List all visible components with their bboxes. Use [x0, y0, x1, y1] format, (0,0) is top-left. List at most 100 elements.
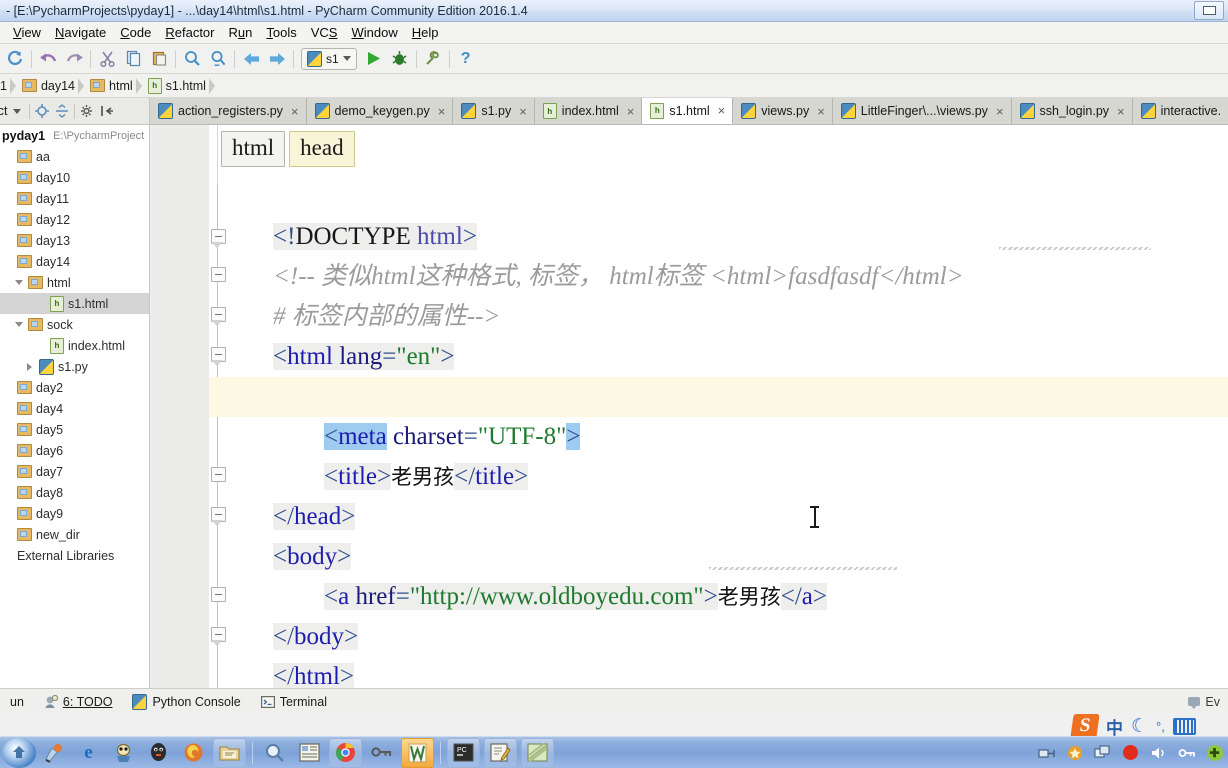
tree-item-s1-py[interactable]: s1.py [0, 356, 149, 377]
dots-icon[interactable]: °, [1156, 719, 1165, 734]
back-icon[interactable] [238, 47, 264, 71]
keyboard-icon[interactable] [1172, 717, 1196, 735]
twisty-collapsed-icon[interactable] [24, 361, 35, 372]
sogou-logo-icon[interactable]: S [1070, 714, 1100, 738]
taskbar-app-chrome[interactable] [329, 737, 362, 768]
windows-icon[interactable] [1093, 743, 1112, 762]
menu-code[interactable]: Code [113, 24, 158, 41]
editor-gutter[interactable] [151, 125, 209, 688]
minimize-button[interactable] [1194, 1, 1224, 20]
taskbar-app-key-tool[interactable] [366, 739, 397, 767]
code-line-meta-current[interactable]: <meta charset="UTF-8"> [209, 377, 1228, 450]
tree-item-day4[interactable]: day4 [0, 398, 149, 419]
tree-item-day6[interactable]: day6 [0, 440, 149, 461]
tree-item-day5[interactable]: day5 [0, 419, 149, 440]
code-line-head-close[interactable]: </head> [223, 457, 1228, 530]
code-line-doctype[interactable]: <!DOCTYPE html> [223, 177, 1228, 250]
code-line-body-close[interactable]: </body> [223, 577, 1228, 650]
find-icon[interactable] [179, 47, 205, 71]
tree-item-day11[interactable]: day11 [0, 188, 149, 209]
status-item-todo[interactable]: 6: TODO [34, 694, 123, 709]
moon-icon[interactable]: ☾ [1131, 715, 1148, 738]
close-icon[interactable]: × [519, 105, 527, 118]
menu-run[interactable]: Run [222, 24, 260, 41]
tool-window-bar[interactable]: un 6: TODO Python Console Terminal Ev [0, 688, 1228, 714]
breadcrumb-item-html[interactable]: html [86, 79, 136, 93]
code-line-html-close[interactable]: </html> [223, 617, 1228, 688]
taskbar-app-paint[interactable] [38, 739, 69, 767]
tree-item-day7[interactable]: day7 [0, 461, 149, 482]
status-item-terminal[interactable]: Terminal [251, 695, 337, 709]
menu-help[interactable]: Help [405, 24, 446, 41]
menu-navigate[interactable]: Navigate [48, 24, 113, 41]
close-icon[interactable]: × [291, 105, 299, 118]
twisty-expanded-icon[interactable] [13, 319, 24, 330]
cut-icon[interactable] [94, 47, 120, 71]
volume-icon[interactable] [1149, 743, 1168, 762]
breadcrumb-item-project[interactable]: 1 [0, 79, 10, 93]
run-button[interactable] [361, 47, 387, 71]
twisty-expanded-icon[interactable] [13, 277, 24, 288]
tree-item-day12[interactable]: day12 [0, 209, 149, 230]
editor-tab-littlefinger-views-py[interactable]: LittleFinger\...\views.py × [832, 98, 1012, 124]
debug-button[interactable] [387, 47, 413, 71]
paste-icon[interactable] [146, 47, 172, 71]
project-panel-header[interactable]: ject [0, 98, 150, 125]
taskbar-app-notepad[interactable] [521, 737, 554, 768]
status-item-run[interactable]: un [0, 695, 34, 709]
code-line-html-open[interactable]: <html lang="en"> [223, 297, 1228, 370]
tree-item-html[interactable]: html [0, 272, 149, 293]
shield-icon[interactable] [1065, 743, 1084, 762]
project-root-row[interactable]: pyday1 E:\PycharmProject [0, 125, 149, 146]
tree-item-day8[interactable]: day8 [0, 482, 149, 503]
main-toolbar[interactable]: s1 ? [0, 44, 1228, 74]
network-icon[interactable] [1037, 743, 1056, 762]
menu-tools[interactable]: Tools [259, 24, 303, 41]
close-icon[interactable]: × [996, 105, 1004, 118]
tree-item-sock[interactable]: sock [0, 314, 149, 335]
collapse-icon[interactable] [52, 101, 72, 121]
editor-tab-s1-html[interactable]: h s1.html × [642, 98, 734, 124]
editor-tab-action-registers-py[interactable]: action_registers.py × [150, 98, 307, 124]
window-controls[interactable] [1194, 1, 1224, 20]
status-item-python-console[interactable]: Python Console [122, 693, 250, 710]
editor-tab-strip[interactable]: action_registers.py × demo_keygen.py × s1.py… [150, 98, 1228, 125]
target-icon[interactable] [32, 101, 52, 121]
editor-tab-ssh-login-py[interactable]: ssh_login.py × [1011, 98, 1133, 124]
code-line-head-open[interactable]: <head> [223, 337, 1228, 410]
tree-item-day10[interactable]: day10 [0, 167, 149, 188]
ime-mode-label[interactable]: 中 [1106, 714, 1123, 739]
taskbar-app-qq[interactable] [143, 739, 174, 767]
close-icon[interactable]: × [718, 104, 726, 117]
gear-icon[interactable] [77, 101, 97, 121]
close-icon[interactable]: × [627, 105, 635, 118]
tree-item-new-dir[interactable]: new_dir [0, 524, 149, 545]
menu-bar[interactable]: View Navigate Code Refactor Run Tools VC… [0, 22, 1228, 44]
status-item-event-log[interactable]: Ev [1188, 695, 1220, 709]
menu-window[interactable]: Window [344, 24, 404, 41]
navigation-breadcrumb[interactable]: 1 day14 html h s1.html [0, 74, 1228, 98]
tree-item-s1-html[interactable]: h s1.html [0, 293, 149, 314]
menu-view[interactable]: View [6, 24, 48, 41]
tree-item-day9[interactable]: day9 [0, 503, 149, 524]
taskbar-app-pycharm-active[interactable] [401, 737, 434, 768]
start-button[interactable] [2, 737, 36, 768]
help-icon[interactable]: ? [453, 47, 479, 71]
menu-vcs[interactable]: VCS [304, 24, 345, 41]
editor-tab-demo-keygen-py[interactable]: demo_keygen.py × [306, 98, 454, 124]
menu-refactor[interactable]: Refactor [158, 24, 221, 41]
editor-tab-s1-py[interactable]: s1.py × [453, 98, 535, 124]
project-tree-panel[interactable]: pyday1 E:\PycharmProject aa day10 day11 day… [0, 125, 150, 688]
sync-icon[interactable] [2, 47, 28, 71]
close-icon[interactable]: × [438, 105, 446, 118]
editor-tab-index-html[interactable]: h index.html × [534, 98, 643, 124]
hide-panel-icon[interactable] [97, 101, 117, 121]
tree-item-day2[interactable]: day2 [0, 377, 149, 398]
breadcrumb-item-s1html[interactable]: h s1.html [144, 77, 209, 94]
copy-icon[interactable] [120, 47, 146, 71]
editor-tab-interactive-[interactable]: interactive.× [1132, 98, 1228, 124]
forward-icon[interactable] [264, 47, 290, 71]
code-editor[interactable]: html head <!DOCTYPE html> <!-- 类似html这种格… [151, 125, 1228, 688]
code-line-title[interactable]: <title>老男孩</title> [209, 417, 1228, 490]
system-tray[interactable]: ✚ [1037, 743, 1224, 762]
